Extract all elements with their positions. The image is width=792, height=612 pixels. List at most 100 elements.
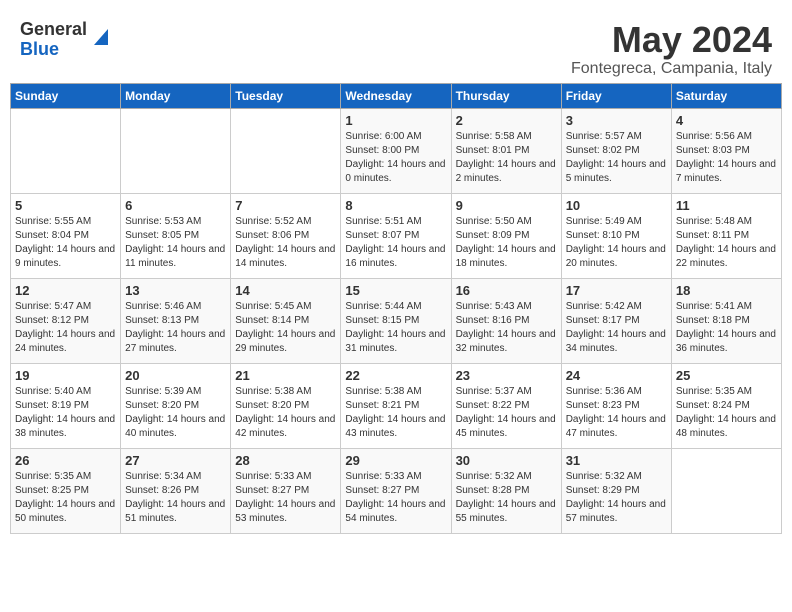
weekday-header: Wednesday	[341, 83, 451, 108]
day-number: 26	[15, 453, 116, 468]
cell-text: Sunrise: 5:55 AMSunset: 8:04 PMDaylight:…	[15, 215, 116, 271]
calendar-cell: 1 Sunrise: 6:00 AMSunset: 8:00 PMDaylight…	[341, 108, 451, 193]
calendar-cell: 18Sunrise: 5:41 AMSunset: 8:18 PMDayligh…	[671, 278, 781, 363]
cell-text: Sunrise: 5:50 AMSunset: 8:09 PMDaylight:…	[456, 215, 557, 271]
calendar-week-row: 5 Sunrise: 5:55 AMSunset: 8:04 PMDaylight…	[11, 193, 782, 278]
day-number: 20	[125, 368, 226, 383]
weekday-header: Tuesday	[231, 83, 341, 108]
day-number: 18	[676, 283, 777, 298]
cell-text: Sunrise: 5:36 AMSunset: 8:23 PMDaylight:…	[566, 385, 667, 441]
day-number: 29	[345, 453, 446, 468]
cell-text: Sunrise: 5:47 AMSunset: 8:12 PMDaylight:…	[15, 300, 116, 356]
calendar-week-row: 12 Sunrise: 5:47 AMSunset: 8:12 PMDayligh…	[11, 278, 782, 363]
calendar-cell: 27Sunrise: 5:34 AMSunset: 8:26 PMDayligh…	[121, 448, 231, 533]
day-number: 30	[456, 453, 557, 468]
page-header: General Blue May 2024 Fontegreca, Campan…	[10, 10, 782, 83]
day-number: 1	[345, 113, 446, 128]
cell-text: Sunrise: 5:48 AMSunset: 8:11 PMDaylight:…	[676, 215, 777, 271]
cell-text: Sunrise: 5:35 AMSunset: 8:25 PMDaylight:…	[15, 470, 116, 526]
calendar-cell: 20 Sunrise: 5:39 AMSunset: 8:20 PMDayligh…	[121, 363, 231, 448]
day-number: 5	[15, 198, 116, 213]
calendar-cell: 19Sunrise: 5:40 AMSunset: 8:19 PMDayligh…	[11, 363, 121, 448]
calendar-week-row: 1 Sunrise: 6:00 AMSunset: 8:00 PMDaylight…	[11, 108, 782, 193]
day-number: 22	[345, 368, 446, 383]
calendar-cell: 30 Sunrise: 5:32 AMSunset: 8:28 PMDayligh…	[451, 448, 561, 533]
calendar-cell: 12 Sunrise: 5:47 AMSunset: 8:12 PMDayligh…	[11, 278, 121, 363]
calendar-cell: 13 Sunrise: 5:46 AMSunset: 8:13 PMDayligh…	[121, 278, 231, 363]
calendar-cell	[11, 108, 121, 193]
day-number: 19	[15, 368, 116, 383]
calendar-cell	[671, 448, 781, 533]
logo-general: General	[20, 19, 87, 39]
calendar-cell: 21Sunrise: 5:38 AMSunset: 8:20 PMDayligh…	[231, 363, 341, 448]
day-number: 28	[235, 453, 336, 468]
day-number: 8	[345, 198, 446, 213]
day-number: 27	[125, 453, 226, 468]
cell-text: Sunrise: 5:38 AMSunset: 8:21 PMDaylight:…	[345, 385, 446, 441]
logo: General Blue	[20, 20, 112, 60]
cell-text: Sunrise: 5:52 AMSunset: 8:06 PMDaylight:…	[235, 215, 336, 271]
calendar-cell: 5 Sunrise: 5:55 AMSunset: 8:04 PMDaylight…	[11, 193, 121, 278]
calendar-table: SundayMondayTuesdayWednesdayThursdayFrid…	[10, 83, 782, 534]
cell-text: Sunrise: 5:49 AMSunset: 8:10 PMDaylight:…	[566, 215, 667, 271]
calendar-cell: 6Sunrise: 5:53 AMSunset: 8:05 PMDaylight…	[121, 193, 231, 278]
calendar-cell: 9 Sunrise: 5:50 AMSunset: 8:09 PMDaylight…	[451, 193, 561, 278]
weekday-header: Thursday	[451, 83, 561, 108]
cell-text: Sunrise: 6:00 AMSunset: 8:00 PMDaylight:…	[345, 130, 446, 186]
cell-text: Sunrise: 5:38 AMSunset: 8:20 PMDaylight:…	[235, 385, 336, 441]
calendar-week-row: 26 Sunrise: 5:35 AMSunset: 8:25 PMDayligh…	[11, 448, 782, 533]
cell-text: Sunrise: 5:42 AMSunset: 8:17 PMDaylight:…	[566, 300, 667, 356]
cell-text: Sunrise: 5:33 AMSunset: 8:27 PMDaylight:…	[235, 470, 336, 526]
calendar-cell: 24Sunrise: 5:36 AMSunset: 8:23 PMDayligh…	[561, 363, 671, 448]
calendar-cell: 3Sunrise: 5:57 AMSunset: 8:02 PMDaylight…	[561, 108, 671, 193]
calendar-cell: 25Sunrise: 5:35 AMSunset: 8:24 PMDayligh…	[671, 363, 781, 448]
day-number: 11	[676, 198, 777, 213]
calendar-cell	[121, 108, 231, 193]
calendar-cell: 7 Sunrise: 5:52 AMSunset: 8:06 PMDaylight…	[231, 193, 341, 278]
logo-icon	[90, 25, 112, 47]
day-number: 31	[566, 453, 667, 468]
day-number: 10	[566, 198, 667, 213]
cell-text: Sunrise: 5:35 AMSunset: 8:24 PMDaylight:…	[676, 385, 777, 441]
cell-text: Sunrise: 5:58 AMSunset: 8:01 PMDaylight:…	[456, 130, 557, 186]
calendar-cell	[231, 108, 341, 193]
cell-text: Sunrise: 5:51 AMSunset: 8:07 PMDaylight:…	[345, 215, 446, 271]
calendar-body: 1 Sunrise: 6:00 AMSunset: 8:00 PMDaylight…	[11, 108, 782, 533]
day-number: 7	[235, 198, 336, 213]
cell-text: Sunrise: 5:39 AMSunset: 8:20 PMDaylight:…	[125, 385, 226, 441]
calendar-cell: 17Sunrise: 5:42 AMSunset: 8:17 PMDayligh…	[561, 278, 671, 363]
weekday-header: Saturday	[671, 83, 781, 108]
logo-blue: Blue	[20, 39, 59, 59]
cell-text: Sunrise: 5:46 AMSunset: 8:13 PMDaylight:…	[125, 300, 226, 356]
day-number: 4	[676, 113, 777, 128]
calendar-header-row: SundayMondayTuesdayWednesdayThursdayFrid…	[11, 83, 782, 108]
cell-text: Sunrise: 5:32 AMSunset: 8:28 PMDaylight:…	[456, 470, 557, 526]
location: Fontegreca, Campania, Italy	[571, 60, 772, 78]
cell-text: Sunrise: 5:37 AMSunset: 8:22 PMDaylight:…	[456, 385, 557, 441]
weekday-header: Sunday	[11, 83, 121, 108]
calendar-cell: 14Sunrise: 5:45 AMSunset: 8:14 PMDayligh…	[231, 278, 341, 363]
day-number: 9	[456, 198, 557, 213]
calendar-cell: 26 Sunrise: 5:35 AMSunset: 8:25 PMDayligh…	[11, 448, 121, 533]
weekday-header: Monday	[121, 83, 231, 108]
day-number: 2	[456, 113, 557, 128]
cell-text: Sunrise: 5:43 AMSunset: 8:16 PMDaylight:…	[456, 300, 557, 356]
day-number: 23	[456, 368, 557, 383]
calendar-cell: 10 Sunrise: 5:49 AMSunset: 8:10 PMDayligh…	[561, 193, 671, 278]
calendar-cell: 8 Sunrise: 5:51 AMSunset: 8:07 PMDaylight…	[341, 193, 451, 278]
calendar-cell: 11 Sunrise: 5:48 AMSunset: 8:11 PMDayligh…	[671, 193, 781, 278]
calendar-cell: 31 Sunrise: 5:32 AMSunset: 8:29 PMDayligh…	[561, 448, 671, 533]
cell-text: Sunrise: 5:32 AMSunset: 8:29 PMDaylight:…	[566, 470, 667, 526]
calendar-cell: 16 Sunrise: 5:43 AMSunset: 8:16 PMDayligh…	[451, 278, 561, 363]
calendar-cell: 29 Sunrise: 5:33 AMSunset: 8:27 PMDayligh…	[341, 448, 451, 533]
cell-text: Sunrise: 5:33 AMSunset: 8:27 PMDaylight:…	[345, 470, 446, 526]
day-number: 3	[566, 113, 667, 128]
cell-text: Sunrise: 5:45 AMSunset: 8:14 PMDaylight:…	[235, 300, 336, 356]
calendar-cell: 2 Sunrise: 5:58 AMSunset: 8:01 PMDaylight…	[451, 108, 561, 193]
cell-text: Sunrise: 5:53 AMSunset: 8:05 PMDaylight:…	[125, 215, 226, 271]
calendar-cell: 23 Sunrise: 5:37 AMSunset: 8:22 PMDayligh…	[451, 363, 561, 448]
calendar-cell: 15Sunrise: 5:44 AMSunset: 8:15 PMDayligh…	[341, 278, 451, 363]
day-number: 16	[456, 283, 557, 298]
day-number: 13	[125, 283, 226, 298]
day-number: 12	[15, 283, 116, 298]
